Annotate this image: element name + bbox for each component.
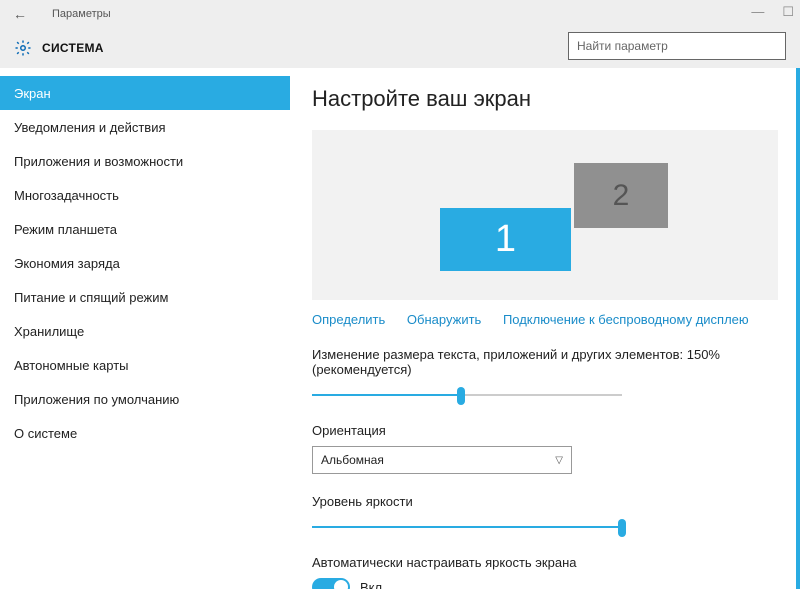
sidebar-item-8[interactable]: Автономные карты bbox=[0, 348, 290, 382]
sidebar-item-9[interactable]: Приложения по умолчанию bbox=[0, 382, 290, 416]
identify-link[interactable]: Обнаружить bbox=[407, 312, 481, 327]
brightness-label: Уровень яркости bbox=[312, 494, 778, 509]
sidebar-item-2[interactable]: Приложения и возможности bbox=[0, 144, 290, 178]
brightness-slider[interactable] bbox=[312, 517, 622, 537]
sidebar-item-0[interactable]: Экран bbox=[0, 76, 290, 110]
monitor-2[interactable]: 2 bbox=[574, 163, 668, 228]
sidebar-item-4[interactable]: Режим планшета bbox=[0, 212, 290, 246]
scrollbar[interactable] bbox=[796, 68, 800, 589]
sidebar-item-3[interactable]: Многозадачность bbox=[0, 178, 290, 212]
auto-brightness-label: Автоматически настраивать яркость экрана bbox=[312, 555, 778, 570]
gear-icon bbox=[14, 39, 32, 57]
sidebar-item-1[interactable]: Уведомления и действия bbox=[0, 110, 290, 144]
sidebar-item-7[interactable]: Хранилище bbox=[0, 314, 290, 348]
monitor-1[interactable]: 1 bbox=[440, 208, 571, 271]
orientation-label: Ориентация bbox=[312, 423, 778, 438]
monitor-preview[interactable]: 2 1 bbox=[312, 130, 778, 300]
wireless-link[interactable]: Подключение к беспроводному дисплею bbox=[503, 312, 749, 327]
window-title: Параметры bbox=[52, 8, 111, 20]
sidebar: ЭкранУведомления и действияПриложения и … bbox=[0, 68, 290, 589]
display-actions: Определить Обнаружить Подключение к бесп… bbox=[312, 312, 778, 327]
titlebar: ← Параметры — ☐ bbox=[0, 0, 800, 28]
window-controls: — ☐ bbox=[751, 4, 794, 20]
scale-slider[interactable] bbox=[312, 385, 622, 405]
detect-link[interactable]: Определить bbox=[312, 312, 385, 327]
chevron-down-icon: ▽ bbox=[555, 455, 563, 466]
back-button[interactable]: ← bbox=[8, 2, 32, 26]
sidebar-item-6[interactable]: Питание и спящий режим bbox=[0, 280, 290, 314]
sidebar-item-10[interactable]: О системе bbox=[0, 416, 290, 450]
content: Настройте ваш экран 2 1 Определить Обнар… bbox=[290, 68, 800, 589]
search-input[interactable] bbox=[577, 39, 777, 53]
orientation-select[interactable]: Альбомная ▽ bbox=[312, 446, 572, 474]
search-box[interactable] bbox=[568, 32, 786, 60]
scale-label: Изменение размера текста, приложений и д… bbox=[312, 347, 778, 377]
sidebar-item-5[interactable]: Экономия заряда bbox=[0, 246, 290, 280]
auto-brightness-toggle[interactable] bbox=[312, 578, 350, 589]
page-heading: Настройте ваш экран bbox=[312, 86, 778, 112]
minimize-button[interactable]: — bbox=[751, 4, 764, 20]
orientation-value: Альбомная bbox=[321, 453, 384, 467]
header: СИСТЕМА bbox=[0, 28, 800, 68]
maximize-button[interactable]: ☐ bbox=[782, 4, 794, 20]
section-title: СИСТЕМА bbox=[42, 41, 104, 55]
toggle-state-label: Вкл. bbox=[360, 580, 386, 589]
